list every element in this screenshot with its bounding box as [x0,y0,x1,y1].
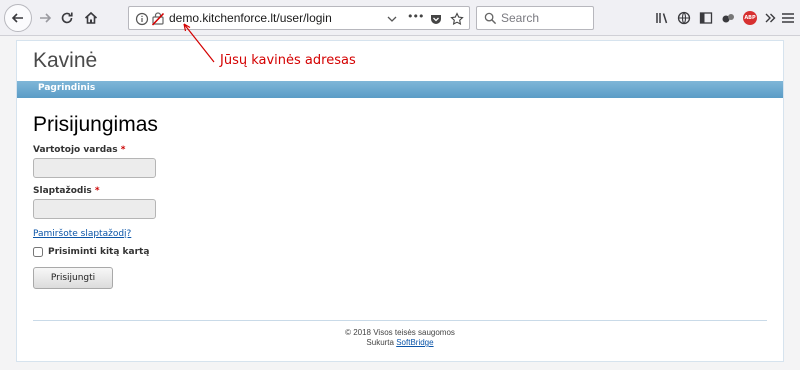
search-box[interactable] [476,6,594,30]
required-marker: * [94,186,100,196]
sync-icon[interactable] [672,6,696,30]
username-label: Vartotojo vardas * [33,145,125,155]
page-actions-button[interactable]: ••• [407,10,425,24]
username-label-text: Vartotojo vardas [33,145,118,155]
info-icon[interactable] [135,11,149,26]
url-text[interactable]: demo.kitchenforce.lt/user/login [169,11,332,25]
nav-item-home[interactable]: Pagrindinis [38,83,95,93]
annotation-label: Jūsų kavinės adresas [220,53,356,68]
browser-toolbar: demo.kitchenforce.lt/user/login ••• ABP [0,0,800,36]
home-button[interactable] [79,6,103,30]
forward-button[interactable] [33,6,57,30]
login-button[interactable]: Prisijungti [33,267,113,289]
back-arrow-icon [11,13,23,23]
extension-icon[interactable] [716,6,740,30]
url-bar[interactable]: demo.kitchenforce.lt/user/login ••• [128,6,470,30]
footer: © 2018 Visos teisės saugomos Sukurta Sof… [17,328,783,348]
hamburger-menu-icon[interactable] [778,6,798,30]
footer-copyright: © 2018 Visos teisės saugomos [345,328,455,337]
password-field[interactable] [33,199,156,219]
password-label: Slaptažodis * [33,186,100,196]
search-icon [484,12,497,25]
pocket-icon[interactable] [429,11,443,25]
tracking-protection-icon[interactable] [151,11,165,26]
abp-badge: ABP [743,11,757,25]
remember-me-label: Prisiminti kitą kartą [48,247,150,257]
footer-divider [33,320,767,321]
dropdown-chevron-icon[interactable] [385,11,399,25]
home-icon [84,11,98,24]
footer-credit-prefix: Sukurta [366,338,394,347]
reload-button[interactable] [55,6,79,30]
softbridge-link[interactable]: SoftBridge [396,338,433,347]
remember-me[interactable]: Prisiminti kitą kartą [33,247,149,257]
library-icon[interactable] [650,6,674,30]
site-title[interactable]: Kavinė [33,49,97,73]
page-content: Kavinė Pagrindinis Prisijungimas Vartoto… [16,40,784,362]
search-input[interactable] [501,10,589,26]
sidebar-icon[interactable] [694,6,718,30]
username-field[interactable] [33,158,156,178]
reload-icon [61,12,73,24]
forward-arrow-icon [40,13,52,23]
password-label-text: Slaptažodis [33,186,92,196]
back-button[interactable] [4,4,32,32]
required-marker: * [120,145,126,155]
bookmark-star-icon[interactable] [450,11,464,26]
forgot-password-link[interactable]: Pamiršote slaptažodį? [33,229,131,239]
main-navbar: Pagrindinis [17,81,783,98]
page-title: Prisijungimas [33,113,158,136]
remember-me-checkbox[interactable] [33,247,43,257]
footer-credit: Sukurta SoftBridge [17,338,783,348]
